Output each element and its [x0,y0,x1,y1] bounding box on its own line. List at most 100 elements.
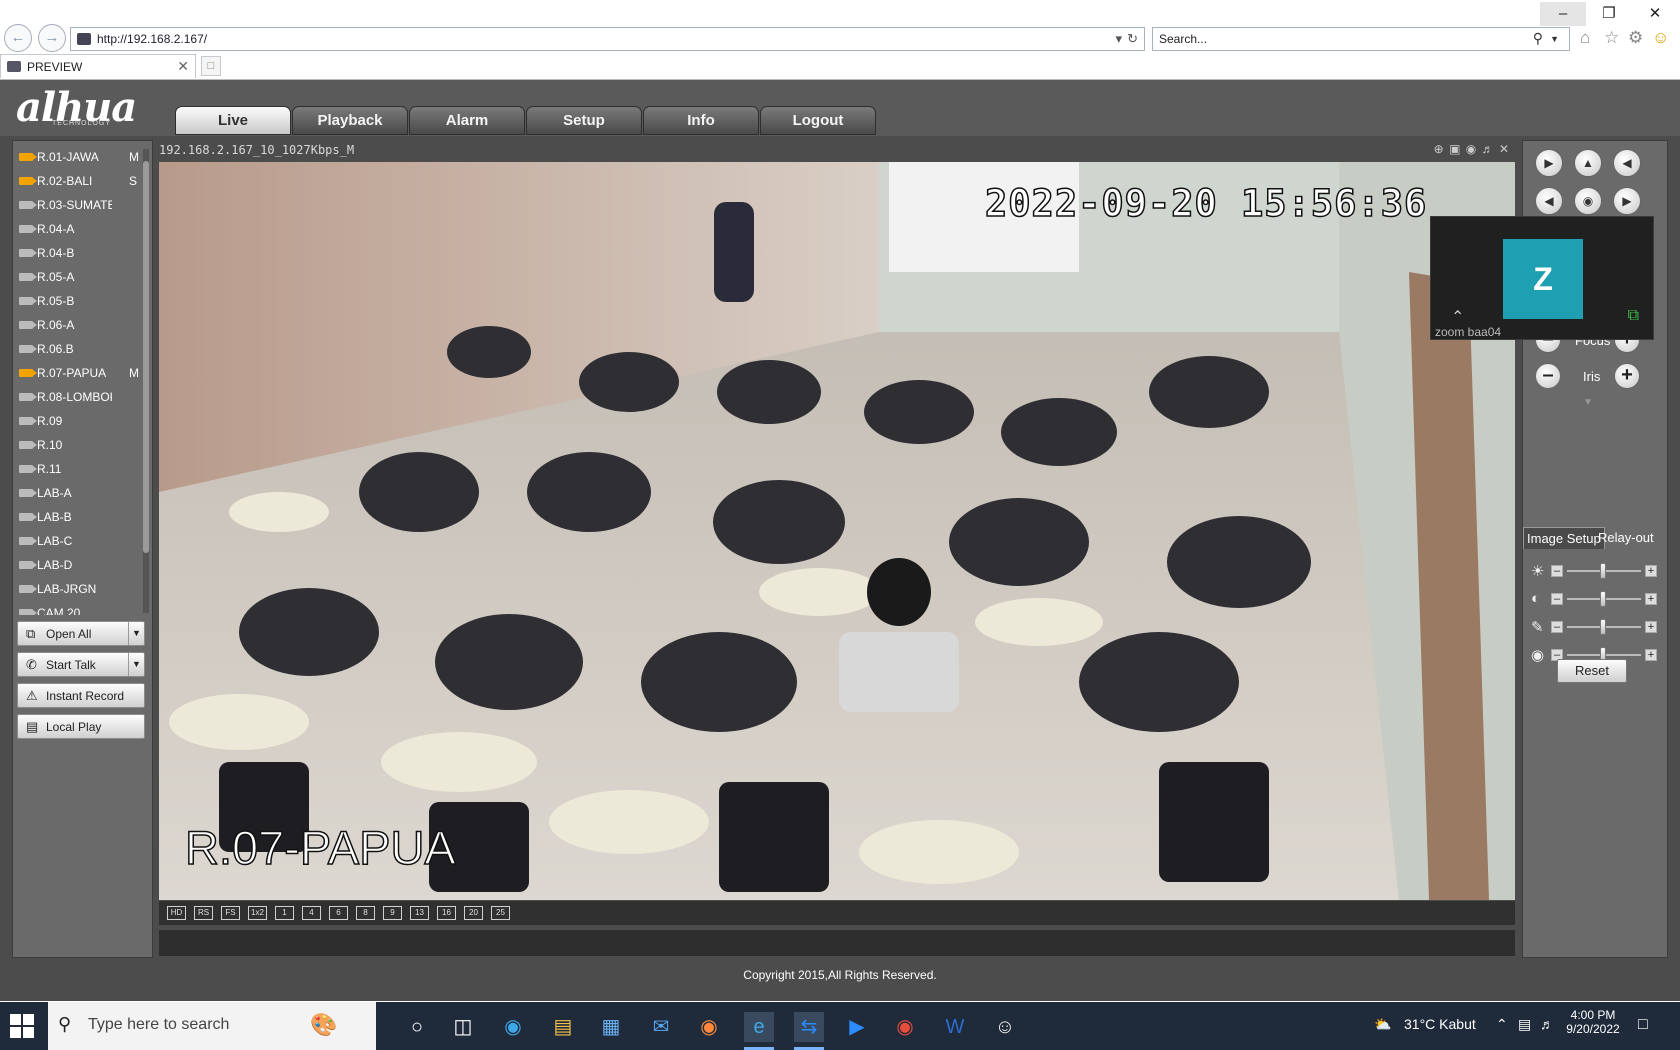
nav-tab-setup[interactable]: Setup [526,106,642,135]
channel-item[interactable]: LAB-C [17,529,141,553]
ptz-center-button[interactable]: ◉ [1574,187,1602,215]
address-bar[interactable]: http://192.168.2.167/ ▾ ↻ [70,27,1145,51]
home-icon[interactable]: ⌂ [1580,28,1590,48]
channel-item[interactable]: R.04-A [17,217,141,241]
channel-item[interactable]: R.03-SUMATERA [17,193,141,217]
camera-feed[interactable]: 2022-09-20 15:56:36 R.07-PAPUA [159,162,1515,900]
channel-item[interactable]: LAB-A [17,481,141,505]
brightness-knob[interactable] [1600,563,1606,579]
collapse-arrow-icon[interactable]: ▼ [1583,397,1593,408]
channel-item[interactable]: R.04-B [17,241,141,265]
channel-list-scrollbar[interactable] [143,149,149,613]
favorites-star-icon[interactable]: ☆ [1604,28,1619,48]
scrollbar-thumb[interactable] [143,161,149,553]
iris-plus-button[interactable]: + [1614,363,1640,389]
cortana-icon[interactable]: ○ [402,1012,432,1042]
channel-item[interactable]: R.06.B [17,337,141,361]
digital-zoom-icon[interactable]: ⊕ [1434,142,1445,156]
file-explorer-icon[interactable]: ▤ [548,1012,578,1042]
minimize-icon[interactable]: – [1540,2,1586,26]
saturation-plus[interactable]: + [1645,621,1657,633]
record-icon[interactable]: ◉ [1466,142,1477,156]
back-button[interactable]: ← [4,24,32,52]
channel-item[interactable]: LAB-B [17,505,141,529]
layout-button[interactable]: 25 [491,906,510,920]
layout-button[interactable]: FS [221,906,240,920]
layout-button[interactable]: HD [167,906,186,920]
close-video-icon[interactable]: ✕ [1499,142,1510,156]
microsoft-store-icon[interactable]: ▦ [596,1012,626,1042]
layout-button[interactable]: 20 [464,906,483,920]
paint-icon[interactable]: ☺ [990,1012,1020,1042]
ptz-left-button[interactable]: ◀ [1535,187,1563,215]
forward-button[interactable]: → [38,24,66,52]
ptz-up-right-button[interactable]: ◀ [1613,149,1641,177]
layout-button[interactable]: 9 [383,906,402,920]
nav-tab-info[interactable]: Info [643,106,759,135]
task-view-icon[interactable]: ◫ [448,1012,478,1042]
channel-item[interactable]: R.06-A [17,313,141,337]
video-window-controls[interactable]: ⊕ ▣ ◉ ♬ ✕ [1434,142,1510,156]
search-icon[interactable]: ⚲ [1533,30,1543,47]
teamviewer-icon[interactable]: ⇆ [794,1012,824,1050]
saturation-knob[interactable] [1600,619,1606,635]
nav-tab-live[interactable]: Live [175,106,291,135]
nav-tab-playback[interactable]: Playback [292,106,408,135]
address-dropdown-icon[interactable]: ▾ [1115,31,1122,47]
channel-item[interactable]: R.08-LOMBOK [17,385,141,409]
channel-item[interactable]: LAB-D [17,553,141,577]
brightness-minus[interactable]: – [1551,565,1563,577]
windows-start-icon[interactable] [10,1014,34,1038]
ptz-up-button[interactable]: ▲ [1574,149,1602,177]
contrast-plus[interactable]: + [1645,593,1657,605]
weather-text[interactable]: 31°C Kabut [1404,1016,1476,1032]
internet-explorer-icon[interactable]: e [744,1012,774,1050]
network-icon[interactable]: ▤ [1518,1016,1531,1033]
layout-button[interactable]: 1 [275,906,294,920]
restore-icon[interactable]: ❐ [1586,2,1632,26]
channel-item[interactable]: LAB-JRGN [17,577,141,601]
channel-item[interactable]: R.02-BALI S [17,169,141,193]
channel-item[interactable]: R.11 [17,457,141,481]
channel-item[interactable]: R.10 [17,433,141,457]
browser-search-input[interactable] [1159,32,1519,46]
external-link-icon[interactable]: ⧉ [1628,307,1639,325]
contrast-minus[interactable]: – [1551,593,1563,605]
saturation-minus[interactable]: – [1551,621,1563,633]
channel-item[interactable]: R.05-A [17,265,141,289]
search-dropdown-icon[interactable]: ▼ [1550,34,1559,44]
browser-tab-preview[interactable]: PREVIEW ✕ [0,54,196,78]
tray-chevron-up-icon[interactable]: ⌃ [1496,1016,1508,1033]
tab-close-icon[interactable]: ✕ [177,58,189,75]
settings-gear-icon[interactable]: ⚙ [1628,28,1643,48]
feedback-smiley-icon[interactable]: ☺ [1652,28,1669,48]
instant-record-button[interactable]: ⚠ Instant Record [17,683,145,708]
ptz-right-button[interactable]: ▶ [1613,187,1641,215]
firefox-icon[interactable]: ◉ [694,1012,724,1042]
edge-browser-icon[interactable]: ◉ [498,1012,528,1042]
browser-search-box[interactable]: ⚲ ▼ [1152,27,1570,51]
start-talk-dropdown-icon[interactable]: ▼ [128,653,144,676]
channel-item[interactable]: R.05-B [17,289,141,313]
zoom-meeting-popup[interactable]: Z ⌃ zoom baa04 ⧉ [1430,216,1654,340]
layout-button[interactable]: 8 [356,906,375,920]
channel-item[interactable]: R.09 [17,409,141,433]
start-talk-button[interactable]: ✆ Start Talk ▼ [17,652,145,677]
tab-image-setup[interactable]: Image Setup [1523,527,1605,549]
mail-icon[interactable]: ✉ [646,1012,676,1042]
layout-button[interactable]: 16 [437,906,456,920]
tab-relay-out[interactable]: Relay-out [1595,527,1657,549]
channel-item[interactable]: CAM 20 [17,601,141,615]
notifications-icon[interactable]: □ [1638,1016,1648,1034]
taskbar-search-box[interactable]: ⚲ Type here to search 🎨 [48,1002,376,1050]
chrome-icon[interactable]: ◉ [890,1012,920,1042]
audio-icon[interactable]: ♬ [1482,142,1495,156]
word-icon[interactable]: W [940,1012,970,1042]
hue-plus[interactable]: + [1645,649,1657,661]
open-all-button[interactable]: ⧉ Open All ▼ [17,621,145,646]
system-clock[interactable]: 4:00 PM 9/20/2022 [1556,1008,1630,1036]
chevron-up-icon[interactable]: ⌃ [1451,307,1464,327]
layout-button[interactable]: 4 [302,906,321,920]
zoom-app-icon[interactable]: ▶ [842,1012,872,1042]
channel-item[interactable]: R.01-JAWA M [17,145,141,169]
